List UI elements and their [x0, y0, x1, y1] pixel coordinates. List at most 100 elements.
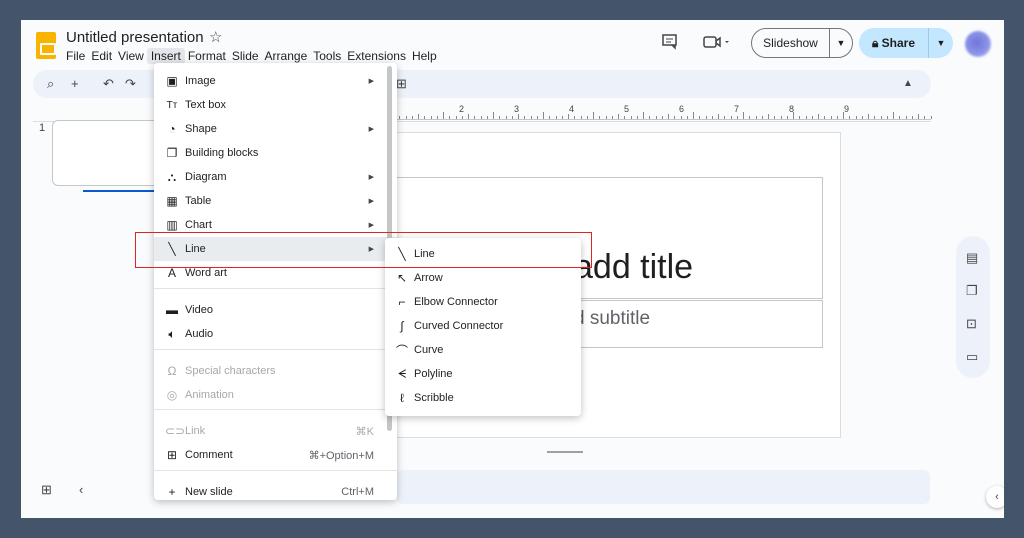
- ruler-tick: [849, 116, 851, 119]
- menu-separator: [154, 288, 397, 289]
- ruler-tick: [636, 116, 638, 119]
- line-submenu-item-elbow-connector[interactable]: ⌐ Elbow Connector: [385, 290, 581, 314]
- insert-menu-item-text-box[interactable]: Tт Text box: [154, 93, 397, 117]
- menu-item-label: Polyline: [414, 368, 453, 380]
- menu-separator: [154, 409, 397, 410]
- menu-extensions[interactable]: Extensions: [347, 48, 412, 64]
- menu-tools[interactable]: Tools: [313, 48, 347, 64]
- line-submenu-item-curve[interactable]: ⌒ Curve: [385, 338, 581, 362]
- redo-icon[interactable]: ↷: [125, 76, 136, 92]
- subtitle-placeholder-text: d subtitle: [574, 308, 651, 329]
- link-icon: ⊂⊃: [165, 424, 186, 438]
- collapse-panel-icon[interactable]: ‹: [986, 486, 1004, 508]
- ruler-tick: [480, 116, 482, 119]
- ruler: 2 3 4 5 6 7 8 9: [391, 104, 932, 120]
- insert-menu-item-shape[interactable]: ◔ Shape ▶: [154, 117, 397, 141]
- menu-item-shortcut: ⌘+Option+M: [308, 449, 374, 462]
- ruler-label: 6: [679, 104, 685, 114]
- slideshow-button[interactable]: Slideshow ▼: [751, 28, 853, 58]
- ruler-tick: [399, 116, 401, 119]
- insert-menu-item-diagram[interactable]: ⛬ Diagram ▶: [154, 165, 397, 189]
- curve-icon: ⌒: [395, 343, 408, 358]
- submenu-arrow-icon: ▶: [368, 198, 374, 205]
- menu-help[interactable]: Help: [412, 48, 443, 64]
- submenu-arrow-icon: ▶: [368, 126, 374, 133]
- ruler-tick: [880, 116, 882, 119]
- ruler-tick: [555, 116, 557, 119]
- ruler-tick: [755, 116, 757, 119]
- chart-icon: ▥: [166, 218, 178, 232]
- line-submenu-item-arrow[interactable]: ↖ Arrow: [385, 266, 581, 290]
- word-art-icon: A: [167, 266, 176, 280]
- grid-view-icon[interactable]: ⊞: [41, 482, 52, 498]
- ruler-label: 2: [459, 104, 465, 114]
- star-icon[interactable]: ☆: [209, 28, 222, 46]
- ruler-tick: [836, 116, 838, 119]
- ruler-tick: [736, 116, 738, 119]
- ruler-label: 3: [514, 104, 520, 114]
- menu-item-label: Video: [185, 304, 213, 316]
- ruler-tick: [874, 116, 876, 119]
- ruler-label: 8: [789, 104, 795, 114]
- slideshow-label[interactable]: Slideshow: [752, 29, 830, 57]
- video-camera-icon[interactable]: [703, 33, 731, 55]
- insert-menu-item-video[interactable]: ▬ Video: [154, 298, 397, 322]
- ruler-tick: [530, 116, 532, 119]
- ruler-tick: [424, 116, 426, 119]
- menu-arrange[interactable]: Arrange: [265, 48, 314, 64]
- menu-edit[interactable]: Edit: [91, 48, 118, 64]
- share-label[interactable]: 🔒︎ Share: [859, 28, 929, 58]
- comment-icon[interactable]: [661, 33, 678, 55]
- chevron-left-icon[interactable]: ‹: [79, 482, 83, 497]
- chevron-up-icon[interactable]: ▲: [903, 78, 913, 89]
- ruler-tick: [749, 116, 751, 119]
- menu-slide[interactable]: Slide: [232, 48, 265, 64]
- ruler-tick: [568, 114, 569, 119]
- chevron-down-icon[interactable]: ▼: [929, 38, 953, 48]
- building-blocks-icon[interactable]: ❐: [966, 283, 978, 299]
- insert-menu-item-new-slide[interactable]: + New slide Ctrl+M: [154, 480, 397, 504]
- slides-logo-icon[interactable]: [36, 32, 56, 59]
- line-submenu-item-scribble[interactable]: ℓ Scribble: [385, 386, 581, 410]
- notes-panel-icon[interactable]: ▤: [966, 250, 978, 266]
- folder-icon[interactable]: ▭: [966, 349, 978, 365]
- text-box-icon: Tт: [166, 99, 178, 111]
- line-submenu-item-curved-connector[interactable]: ∫ Curved Connector: [385, 314, 581, 338]
- undo-icon[interactable]: ↶: [103, 76, 114, 92]
- insert-menu-item-table[interactable]: ▦ Table ▶: [154, 189, 397, 213]
- slide-thumbnail[interactable]: [52, 120, 162, 186]
- menu-separator: [154, 349, 397, 350]
- ruler-tick: [899, 116, 901, 119]
- document-title[interactable]: Untitled presentation: [66, 29, 204, 46]
- menu-insert[interactable]: Insert: [146, 48, 185, 64]
- ruler-tick: [893, 112, 894, 119]
- ruler-tick: [668, 114, 669, 119]
- insert-menu-item-building-blocks[interactable]: ❐ Building blocks: [154, 141, 397, 165]
- speaker-notes[interactable]: [397, 470, 930, 504]
- menu-item-label: New slide: [185, 486, 233, 498]
- insert-menu-item-audio[interactable]: 🔈︎ Audio: [154, 322, 397, 346]
- search-icon[interactable]: ⌕: [47, 76, 54, 92]
- share-button[interactable]: 🔒︎ Share ▼: [859, 28, 953, 58]
- menu-format[interactable]: Format: [188, 48, 232, 64]
- menu-item-label: Building blocks: [185, 147, 259, 159]
- submenu-arrow-icon: ▶: [368, 222, 374, 229]
- add-comment-icon[interactable]: ⊞: [396, 76, 407, 92]
- avatar[interactable]: [965, 31, 991, 57]
- insert-menu-item-image[interactable]: ▣ Image ▶: [154, 69, 397, 93]
- ruler-tick: [499, 116, 501, 119]
- ruler-tick: [611, 116, 613, 119]
- chevron-down-icon[interactable]: ▼: [830, 38, 852, 48]
- image-add-icon[interactable]: ⊡: [966, 316, 977, 332]
- insert-menu-item-link: ⊂⊃ Link ⌘K: [154, 419, 397, 443]
- menu-file[interactable]: File: [66, 48, 91, 64]
- ruler-tick: [930, 116, 932, 119]
- line-submenu-item-polyline[interactable]: ᗕ Polyline: [385, 362, 581, 386]
- insert-menu-item-comment[interactable]: ⊞ Comment ⌘+Option+M: [154, 443, 397, 467]
- elbow-connector-icon: ⌐: [398, 295, 406, 309]
- diagram-icon: ⛬: [167, 169, 177, 184]
- plus-icon[interactable]: +: [71, 76, 79, 91]
- menu-view[interactable]: View: [118, 48, 150, 64]
- ruler-tick: [561, 116, 563, 119]
- notes-resize-handle[interactable]: [547, 451, 583, 453]
